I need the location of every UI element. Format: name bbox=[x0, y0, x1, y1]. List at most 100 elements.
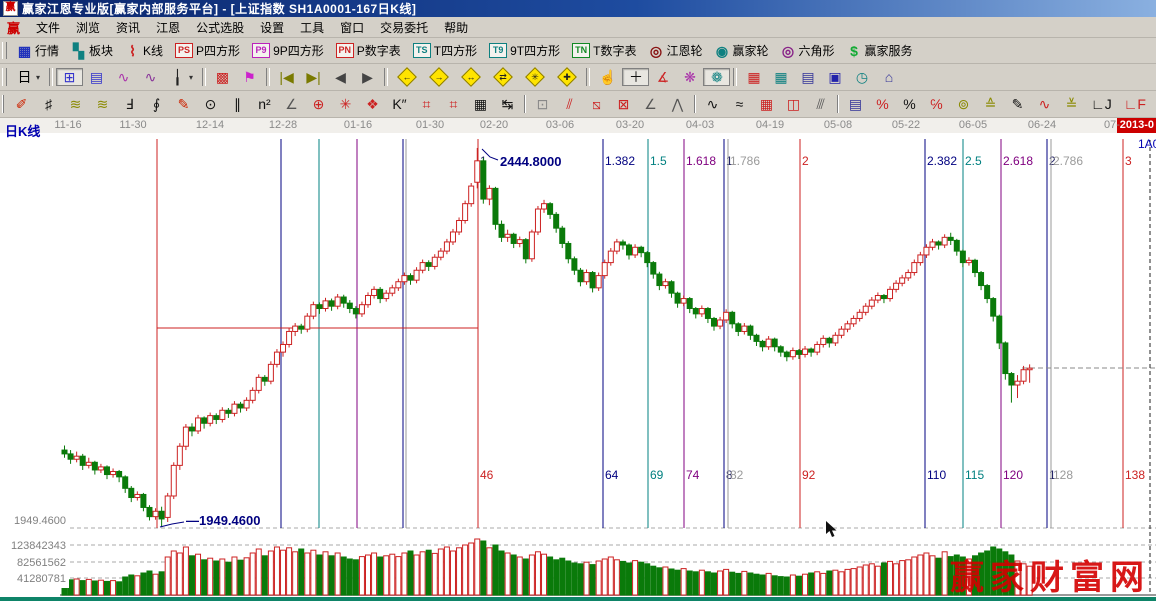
calculator-button[interactable]: ▦ bbox=[767, 68, 794, 86]
gann-fan-tool[interactable]: ⫽ bbox=[556, 95, 583, 113]
trend-lines-tool[interactable]: ⋀ bbox=[664, 95, 691, 113]
web-box-tool[interactable]: ❖ bbox=[359, 95, 386, 113]
save-button[interactable]: ▣ bbox=[821, 68, 848, 86]
menu-item-9[interactable]: 交易委托 bbox=[372, 17, 436, 38]
p-square-button[interactable]: PSP四方形 bbox=[169, 40, 246, 61]
hexagon-button[interactable]: ◎六角形 bbox=[775, 40, 841, 61]
winner-service-button[interactable]: $赢家服务 bbox=[841, 40, 919, 61]
p-number-table-button[interactable]: PNP数字表 bbox=[330, 40, 407, 61]
zoom-out-diamond-button[interactable]: ✳ bbox=[519, 68, 551, 86]
timer-doc-button[interactable]: ◷ bbox=[848, 68, 875, 86]
next-bar-button[interactable]: ▶ bbox=[354, 68, 381, 86]
menu-item-7[interactable]: 工具 bbox=[292, 17, 332, 38]
last-page-button[interactable]: ▶| bbox=[300, 68, 327, 86]
gold-circle-tool[interactable]: ⊚ bbox=[950, 95, 977, 113]
fan-box-tool[interactable]: ⧅ bbox=[583, 95, 610, 113]
system-button[interactable]: ⌂ bbox=[875, 68, 902, 86]
zoom-all-diamond-button[interactable]: ✚ bbox=[551, 68, 583, 86]
f-angle-tool[interactable]: ∟F bbox=[1118, 95, 1152, 113]
nine-t-square-button[interactable]: T99T四方形 bbox=[483, 40, 566, 61]
kline-button[interactable]: ⌇K线 bbox=[119, 40, 169, 61]
gold-line2-tool[interactable]: ≚ bbox=[1058, 95, 1085, 113]
t-square-button[interactable]: TST四方形 bbox=[407, 40, 483, 61]
prev-bar-button[interactable]: ◀ bbox=[327, 68, 354, 86]
span-arrow-tool[interactable]: ↹ bbox=[494, 95, 521, 113]
gann-box-button[interactable]: ▩ bbox=[209, 68, 236, 86]
box-handle-tool[interactable]: ⊡ bbox=[529, 95, 556, 113]
menu-item-5[interactable]: 公式选股 bbox=[188, 17, 252, 38]
zigzag-tool[interactable]: ∿ bbox=[699, 95, 726, 113]
t-number-table-button[interactable]: TNT数字表 bbox=[566, 40, 642, 61]
angle2-tool[interactable]: ∠ bbox=[637, 95, 664, 113]
gold-grid-tool[interactable]: ≋ bbox=[62, 95, 89, 113]
kline-chart[interactable]: 1461.382641.5691.61874181.786822922.3821… bbox=[0, 133, 1156, 597]
pen2-tool[interactable]: ✎ bbox=[170, 95, 197, 113]
percent-line-tool[interactable]: ℅ bbox=[923, 95, 950, 113]
gold-line-tool[interactable]: ≙ bbox=[977, 95, 1004, 113]
chart-9-button[interactable]: ∿ bbox=[137, 68, 164, 86]
menu-item-8[interactable]: 窗口 bbox=[332, 17, 372, 38]
first-page-button[interactable]: |◀ bbox=[273, 68, 300, 86]
spiderweb-tool[interactable]: ✳ bbox=[332, 95, 359, 113]
menu-item-6[interactable]: 设置 bbox=[252, 17, 292, 38]
ying-grid-tool[interactable]: ⌗ bbox=[440, 95, 467, 113]
k-double-tool[interactable]: K″ bbox=[386, 95, 413, 113]
web-tool-button[interactable]: ❋ bbox=[676, 68, 703, 86]
gann-wheel-button[interactable]: ◎江恩轮 bbox=[642, 40, 708, 61]
color-chart-button[interactable]: ⚑ bbox=[236, 68, 263, 86]
expand-h-diamond-button[interactable]: ↔ bbox=[455, 68, 487, 86]
bars-panel-tool[interactable]: ▤ bbox=[842, 95, 869, 113]
number-grid-tool[interactable]: ▦ bbox=[467, 95, 494, 113]
percent-tool[interactable]: % bbox=[896, 95, 923, 113]
pan-hand-button[interactable]: ☝ bbox=[593, 68, 622, 86]
toolbar-grip[interactable] bbox=[2, 68, 7, 86]
window-layout-button[interactable]: ⊞ bbox=[56, 68, 83, 86]
shift-left-diamond-button[interactable]: ← bbox=[391, 68, 423, 86]
chart-3d-button[interactable]: ∿ bbox=[110, 68, 137, 86]
period-day-dropdown[interactable]: 日▾ bbox=[11, 68, 46, 86]
candle-style-dropdown[interactable]: ╽▾ bbox=[164, 68, 199, 86]
candle-pen-tool[interactable]: ✎ bbox=[1004, 95, 1031, 113]
wave-red-tool[interactable]: ∿ bbox=[1031, 95, 1058, 113]
title-bar[interactable]: 赢 赢家江恩专业版[赢家内部服务平台] - [上证指数 SH1A0001-167… bbox=[0, 0, 1156, 17]
red-box-tool[interactable]: ◫ bbox=[780, 95, 807, 113]
draw-pen-tool[interactable]: ✐ bbox=[8, 95, 35, 113]
info-panel-button[interactable]: ▤ bbox=[83, 68, 110, 86]
menu-item-10[interactable]: 帮助 bbox=[436, 17, 476, 38]
red-grid-tool[interactable]: ▦ bbox=[753, 95, 780, 113]
angle-tool[interactable]: ∠ bbox=[278, 95, 305, 113]
quote-table-button[interactable]: ▦行情 bbox=[11, 40, 65, 61]
wave-tool[interactable]: ≈ bbox=[726, 95, 753, 113]
toolbar-grip[interactable] bbox=[2, 42, 7, 60]
brain-button[interactable]: ❁ bbox=[703, 68, 730, 86]
j-angle-tool[interactable]: ∟J bbox=[1085, 95, 1118, 113]
n-square-tool[interactable]: n² bbox=[251, 95, 278, 113]
percent-red-tool[interactable]: % bbox=[869, 95, 896, 113]
calendar-button[interactable]: ▦ bbox=[740, 68, 767, 86]
compass-tool[interactable]: ⊕ bbox=[305, 95, 332, 113]
notes-button[interactable]: ▤ bbox=[794, 68, 821, 86]
menu-item-1[interactable]: 文件 bbox=[28, 17, 68, 38]
menu-item-3[interactable]: 资讯 bbox=[108, 17, 148, 38]
shen-grid-tool[interactable]: ⌗ bbox=[413, 95, 440, 113]
web-box2-tool[interactable]: ⊠ bbox=[610, 95, 637, 113]
gold-grid2-tool[interactable]: ≋ bbox=[89, 95, 116, 113]
menu-item-2[interactable]: 浏览 bbox=[68, 17, 108, 38]
s-grid-tool[interactable]: ∮ bbox=[143, 95, 170, 113]
toolbar-grip[interactable] bbox=[2, 95, 4, 113]
shift-right-diamond-button[interactable]: → bbox=[423, 68, 455, 86]
sector-button[interactable]: ▚板块 bbox=[65, 40, 119, 61]
crosshair-button[interactable]: ＋ bbox=[622, 68, 649, 86]
gold-angle-tool[interactable]: ∟ bbox=[1152, 95, 1156, 113]
compress-diamond-button[interactable]: ⇄ bbox=[487, 68, 519, 86]
slash-lines-tool[interactable]: ⫻ bbox=[807, 95, 834, 113]
f-grid-tool[interactable]: Ⅎ bbox=[116, 95, 143, 113]
angle-measure-button[interactable]: ∡ bbox=[649, 68, 676, 86]
grid-lines-tool[interactable]: ♯ bbox=[35, 95, 62, 113]
menu-item-4[interactable]: 江恩 bbox=[148, 17, 188, 38]
bar-count-tool[interactable]: ∥ bbox=[224, 95, 251, 113]
winner-wheel-button[interactable]: ◉赢家轮 bbox=[708, 40, 774, 61]
time-circle-tool[interactable]: ⊙ bbox=[197, 95, 224, 113]
chart-canvas[interactable]: 1461.382641.5691.61874181.786822922.3821… bbox=[0, 133, 1156, 597]
nine-p-square-button[interactable]: P99P四方形 bbox=[246, 40, 330, 61]
